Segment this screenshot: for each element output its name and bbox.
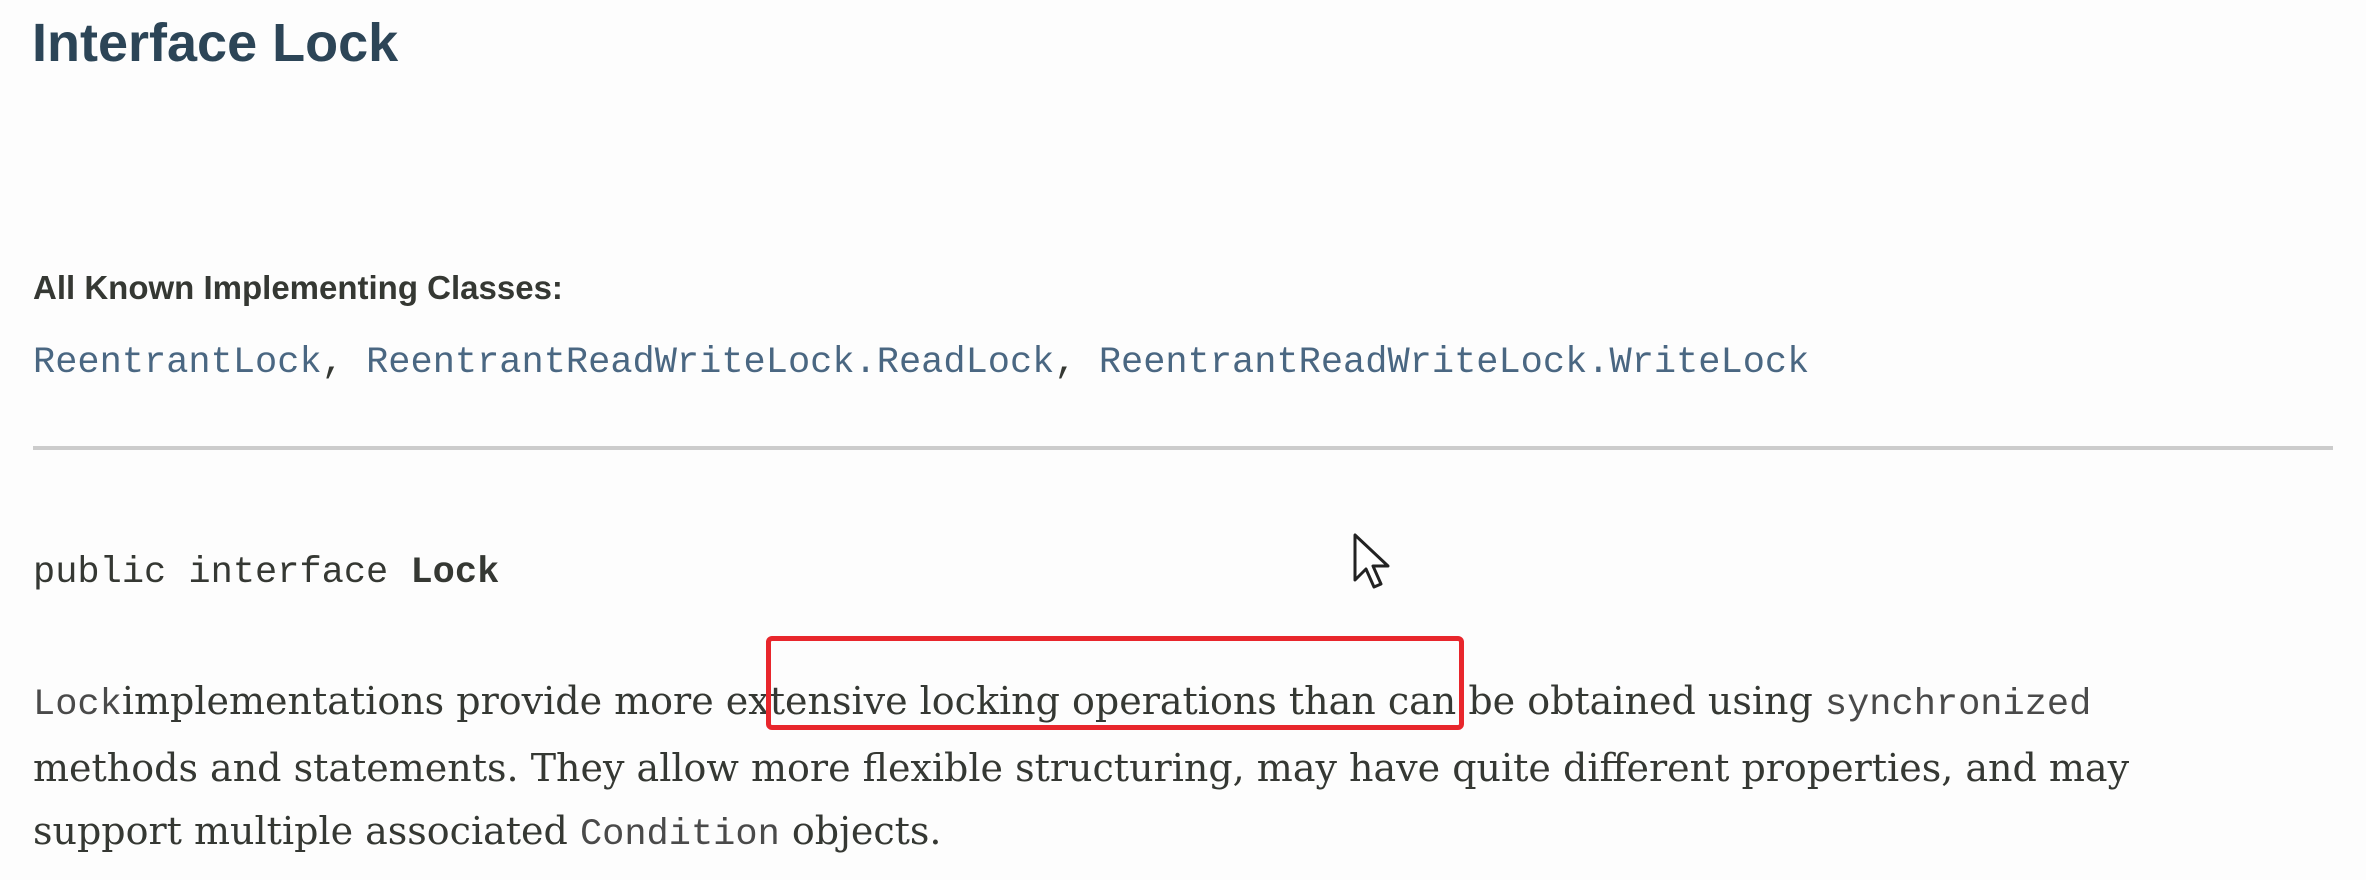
signature-class-name: Lock bbox=[410, 552, 500, 594]
description-line-3: support multiple associated Condition ob… bbox=[33, 800, 2333, 867]
mouse-pointer-icon bbox=[1353, 533, 1390, 589]
implementing-classes-label: All Known Implementing Classes: bbox=[33, 269, 563, 306]
description-line-2: methods and statements. They allow more … bbox=[33, 746, 2130, 790]
section-divider bbox=[33, 446, 2333, 450]
page-title: Interface Lock bbox=[32, 13, 399, 73]
list-separator: , bbox=[1054, 342, 1099, 384]
code-synchronized: synchronized bbox=[1824, 684, 2092, 726]
link-reentrant-lock[interactable]: ReentrantLock bbox=[33, 342, 322, 384]
highlighted-text: extensive locking operations than bbox=[725, 679, 1388, 723]
implementing-classes-list: ReentrantLock, ReentrantReadWriteLock.Re… bbox=[33, 338, 1809, 388]
description-line-1: Lockimplementations provide more extensi… bbox=[33, 670, 2333, 737]
link-write-lock[interactable]: ReentrantReadWriteLock.WriteLock bbox=[1099, 342, 1810, 384]
interface-signature: public interface Lock bbox=[33, 548, 499, 598]
signature-modifiers: public interface bbox=[33, 552, 411, 594]
javadoc-page: Interface Lock All Known Implementing Cl… bbox=[0, 0, 2366, 880]
description-text: support multiple associated bbox=[33, 809, 580, 853]
link-read-lock[interactable]: ReentrantReadWriteLock.ReadLock bbox=[366, 342, 1054, 384]
interface-description: Lockimplementations provide more extensi… bbox=[33, 670, 2333, 867]
description-text: can be obtained using bbox=[1387, 679, 1825, 723]
description-text: implementations provide more bbox=[121, 679, 726, 723]
list-separator: , bbox=[321, 342, 367, 384]
code-lock: Lock bbox=[33, 684, 122, 726]
description-text: objects. bbox=[779, 809, 942, 853]
code-condition: Condition bbox=[579, 814, 780, 856]
